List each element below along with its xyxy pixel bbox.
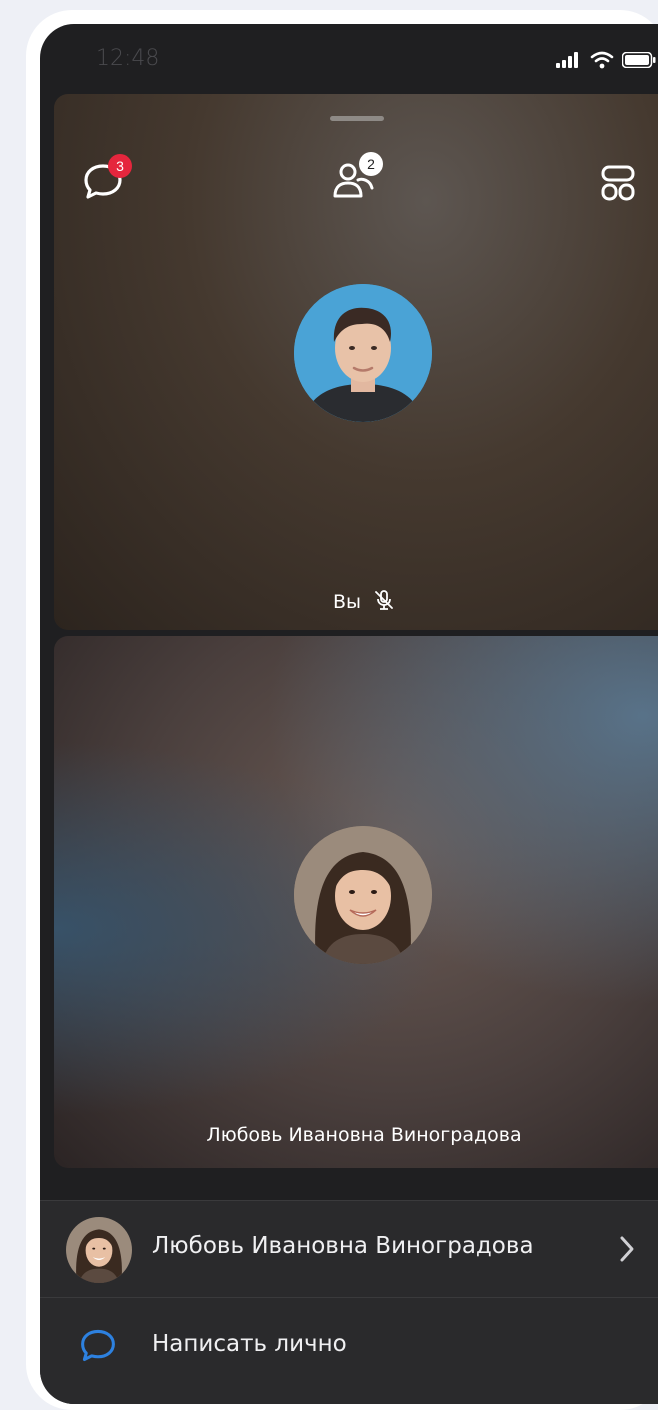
battery-icon <box>622 52 656 68</box>
participant-avatar <box>294 826 432 964</box>
self-name: Вы <box>332 591 361 613</box>
participants-badge: 2 <box>359 152 383 176</box>
signal-icon <box>556 52 578 68</box>
write-private-label: Написать лично <box>152 1331 347 1357</box>
participant-profile-name: Любовь Ивановна Виноградова <box>152 1233 534 1259</box>
write-private-row[interactable]: Написать лично <box>40 1298 658 1394</box>
participant-video-tile[interactable]: Любовь Ивановна Виноградова <box>54 636 658 1168</box>
layout-grid-icon <box>601 165 635 201</box>
self-tile-label: Вы <box>54 589 658 613</box>
participant-profile-row[interactable]: Любовь Ивановна Виноградова <box>40 1201 658 1297</box>
layout-button[interactable] <box>600 164 636 206</box>
message-bubble-icon <box>81 1329 115 1362</box>
chevron-right-icon <box>620 1236 634 1262</box>
participant-small-avatar-illustration <box>66 1217 132 1283</box>
mic-muted-icon <box>375 590 393 610</box>
participant-action-sheet: Любовь Ивановна Виноградова Написать лич… <box>40 1200 658 1404</box>
participant-avatar-illustration <box>294 826 432 964</box>
call-screen: 12:48 3 2 Вы Любовь Ивановна Виноградова… <box>40 24 658 1404</box>
self-avatar-illustration <box>294 284 432 422</box>
drag-handle[interactable] <box>330 116 384 121</box>
status-time: 12:48 <box>96 46 160 71</box>
self-video-tile[interactable]: 3 2 Вы <box>54 94 658 630</box>
participant-small-avatar <box>66 1217 132 1283</box>
chat-badge: 3 <box>108 154 132 178</box>
self-avatar <box>294 284 432 422</box>
status-icons <box>556 51 656 69</box>
wifi-icon <box>590 51 614 69</box>
status-bar: 12:48 <box>40 24 658 94</box>
participant-tile-label: Любовь Ивановна Виноградова <box>206 1124 522 1146</box>
